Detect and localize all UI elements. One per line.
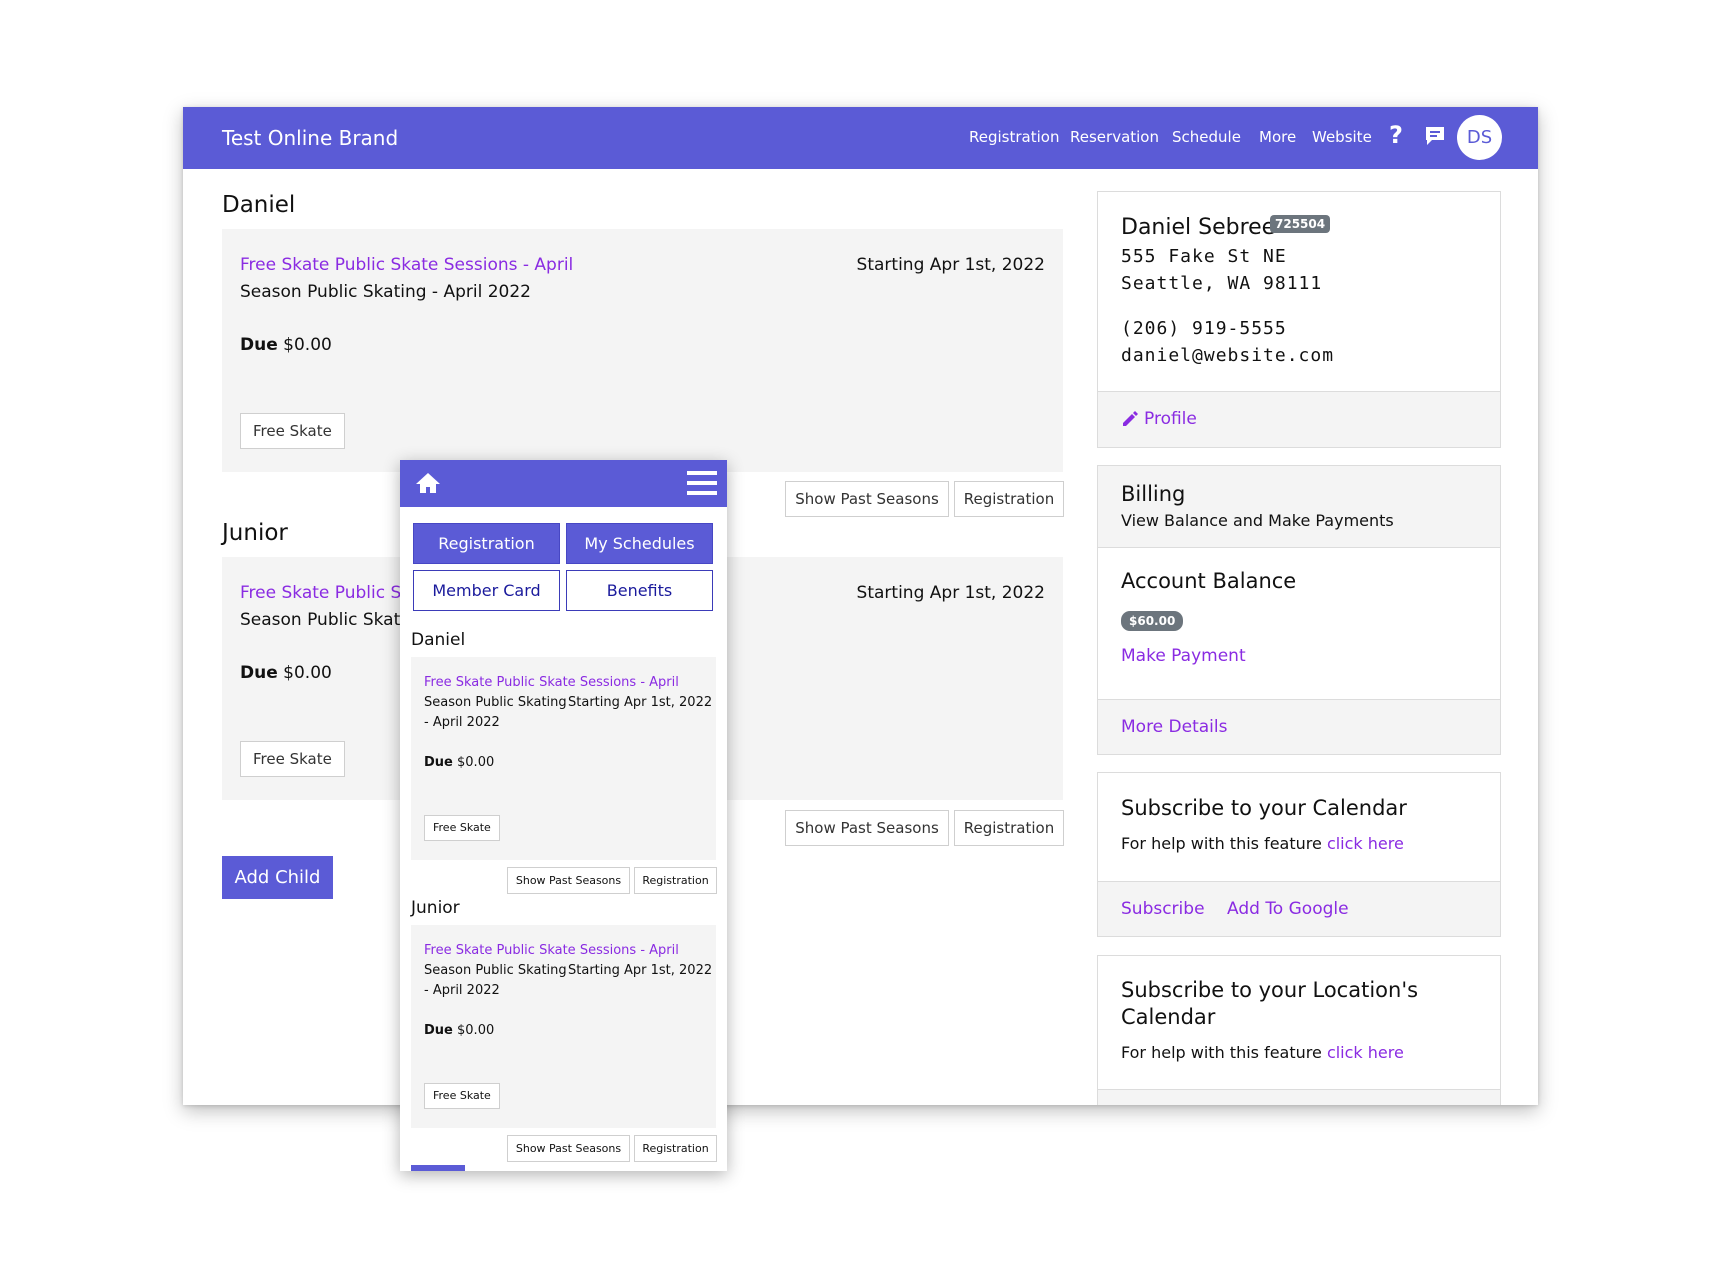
mobile-season-card-daniel: Free Skate Public Skate Sessions - April… [411, 657, 716, 860]
due-amount: Due $0.00 [240, 335, 332, 355]
balance-badge: $60.00 [1121, 611, 1184, 631]
program-link[interactable]: Free Skate Public Skate Sessions - April [240, 255, 573, 275]
child-name-junior: Junior [222, 520, 288, 546]
season-card-daniel: Free Skate Public Skate Sessions - April… [222, 229, 1063, 472]
billing-title: Billing [1121, 482, 1186, 506]
location-calendar-footer [1098, 1089, 1500, 1105]
mobile-member-card-button[interactable]: Member Card [413, 570, 560, 611]
free-skate-tag[interactable]: Free Skate [424, 815, 500, 841]
profile-link[interactable]: Profile [1144, 409, 1197, 429]
location-calendar-title-2: Calendar [1121, 1005, 1216, 1029]
phone-number: (206) 919-5555 [1121, 318, 1287, 339]
registration-button[interactable]: Registration [954, 810, 1064, 846]
help-link[interactable]: click here [1327, 834, 1404, 853]
season-name-cont: - April 2022 [424, 983, 500, 998]
due-amount: Due $0.00 [240, 663, 332, 683]
free-skate-tag[interactable]: Free Skate [240, 413, 345, 449]
season-name: Season Public Skati [240, 610, 405, 630]
help-icon[interactable]: ? [1389, 121, 1403, 149]
mobile-my-schedules-button[interactable]: My Schedules [566, 523, 713, 564]
free-skate-tag[interactable]: Free Skate [424, 1083, 500, 1109]
due-amount: Due $0.00 [424, 755, 495, 770]
profile-name: Daniel Sebree [1121, 215, 1276, 240]
mobile-add-child-button-partial[interactable] [411, 1165, 465, 1171]
profile-card: Daniel Sebree 725504 555 Fake St NE Seat… [1097, 191, 1501, 448]
mobile-child-name-junior: Junior [411, 898, 460, 918]
location-calendar-help: For help with this feature click here [1121, 1043, 1404, 1062]
program-link[interactable]: Free Skate Public Skate Sessions - April [424, 675, 679, 690]
member-id-badge: 725504 [1270, 215, 1331, 233]
due-amount: Due $0.00 [424, 1023, 495, 1038]
brand-name[interactable]: Test Online Brand [222, 126, 398, 150]
show-past-seasons-button[interactable]: Show Past Seasons [785, 810, 949, 846]
calendar-help: For help with this feature click here [1121, 834, 1404, 853]
billing-header: Billing View Balance and Make Payments [1098, 466, 1500, 548]
hamburger-menu-icon[interactable] [687, 469, 717, 501]
home-icon[interactable] [415, 471, 441, 499]
location-calendar-title-1: Subscribe to your Location's [1121, 978, 1419, 1002]
billing-footer: More Details [1098, 699, 1500, 754]
mobile-show-past-seasons-button[interactable]: Show Past Seasons [507, 1135, 630, 1162]
child-name-daniel: Daniel [222, 192, 296, 218]
billing-subtitle: View Balance and Make Payments [1121, 511, 1394, 530]
mobile-benefits-button[interactable]: Benefits [566, 570, 713, 611]
mobile-registration-button[interactable]: Registration [413, 523, 560, 564]
more-details-link[interactable]: More Details [1121, 717, 1227, 737]
address-city: Seattle, WA 98111 [1121, 273, 1323, 294]
mobile-navbar [400, 460, 727, 507]
mobile-view: Registration My Schedules Member Card Be… [400, 460, 727, 1171]
help-link[interactable]: click here [1327, 1043, 1404, 1062]
email-address: daniel@website.com [1121, 345, 1335, 366]
season-name: Season Public Skating [424, 695, 567, 710]
program-link[interactable]: Free Skate Public Skate Sessions - April [424, 943, 679, 958]
subscribe-link[interactable]: Subscribe [1121, 899, 1205, 919]
location-calendar-card: Subscribe to your Location's Calendar Fo… [1097, 955, 1501, 1105]
nav-reservation[interactable]: Reservation [1070, 128, 1159, 146]
mobile-registration-small-button[interactable]: Registration [634, 867, 717, 894]
add-to-google-link[interactable]: Add To Google [1227, 899, 1349, 919]
nav-registration[interactable]: Registration [969, 128, 1059, 146]
mobile-child-name-daniel: Daniel [411, 630, 466, 650]
show-past-seasons-button[interactable]: Show Past Seasons [785, 481, 949, 517]
make-payment-link[interactable]: Make Payment [1121, 646, 1246, 666]
calendar-title: Subscribe to your Calendar [1121, 796, 1407, 820]
profile-footer: Profile [1098, 391, 1500, 447]
mobile-show-past-seasons-button[interactable]: Show Past Seasons [507, 867, 630, 894]
season-name-cont: - April 2022 [424, 715, 500, 730]
desktop-window: Test Online Brand Registration Reservati… [183, 107, 1538, 1105]
nav-schedule[interactable]: Schedule [1172, 128, 1241, 146]
season-name: Season Public Skating [424, 963, 567, 978]
billing-card: Billing View Balance and Make Payments A… [1097, 465, 1501, 755]
registration-button[interactable]: Registration [954, 481, 1064, 517]
add-child-button[interactable]: Add Child [222, 856, 333, 899]
program-link[interactable]: Free Skate Public Sk [240, 583, 411, 603]
mobile-season-card-junior: Free Skate Public Skate Sessions - April… [411, 925, 716, 1128]
mobile-registration-small-button[interactable]: Registration [634, 1135, 717, 1162]
start-date: Starting Apr 1st, 2022 [856, 583, 1045, 603]
season-name: Season Public Skating - April 2022 [240, 282, 531, 302]
start-date: Starting Apr 1st, 2022 [856, 255, 1045, 275]
address-street: 555 Fake St NE [1121, 246, 1287, 267]
start-date: Starting Apr 1st, 2022 [568, 695, 713, 710]
nav-website[interactable]: Website [1312, 128, 1372, 146]
free-skate-tag[interactable]: Free Skate [240, 741, 345, 777]
nav-more[interactable]: More [1259, 128, 1296, 146]
calendar-footer: Subscribe Add To Google [1098, 881, 1500, 936]
chat-icon[interactable] [1424, 125, 1446, 151]
account-balance-title: Account Balance [1121, 569, 1297, 593]
pencil-icon [1121, 410, 1139, 432]
user-avatar[interactable]: DS [1457, 115, 1502, 160]
top-navbar: Test Online Brand Registration Reservati… [183, 107, 1538, 169]
calendar-card: Subscribe to your Calendar For help with… [1097, 772, 1501, 937]
start-date: Starting Apr 1st, 2022 [568, 963, 713, 978]
